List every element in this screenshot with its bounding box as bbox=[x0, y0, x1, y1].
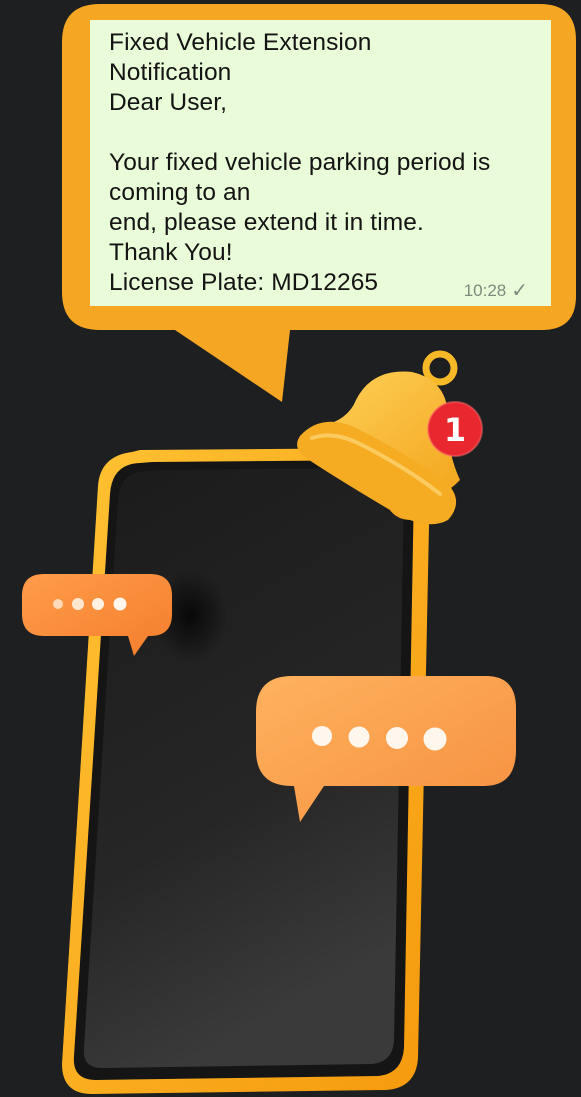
message-time: 10:28 bbox=[463, 281, 507, 300]
message-body: Dear User, Your fixed vehicle parking pe… bbox=[109, 89, 491, 296]
sms-message: Fixed Vehicle Extension Notification Dea… bbox=[90, 20, 551, 306]
notification-illustration: 1 Fixed Vehicle Extension Notification D… bbox=[0, 0, 581, 1097]
check-icon: ✓ bbox=[511, 280, 528, 302]
message-title-line1: Fixed Vehicle Extension bbox=[109, 29, 372, 56]
notification-badge-count: 1 bbox=[444, 411, 466, 449]
message-title: Fixed Vehicle Extension Notification bbox=[109, 28, 531, 88]
message-title-line2: Notification bbox=[109, 59, 232, 86]
message-meta: 10:28 ✓ bbox=[464, 281, 528, 301]
